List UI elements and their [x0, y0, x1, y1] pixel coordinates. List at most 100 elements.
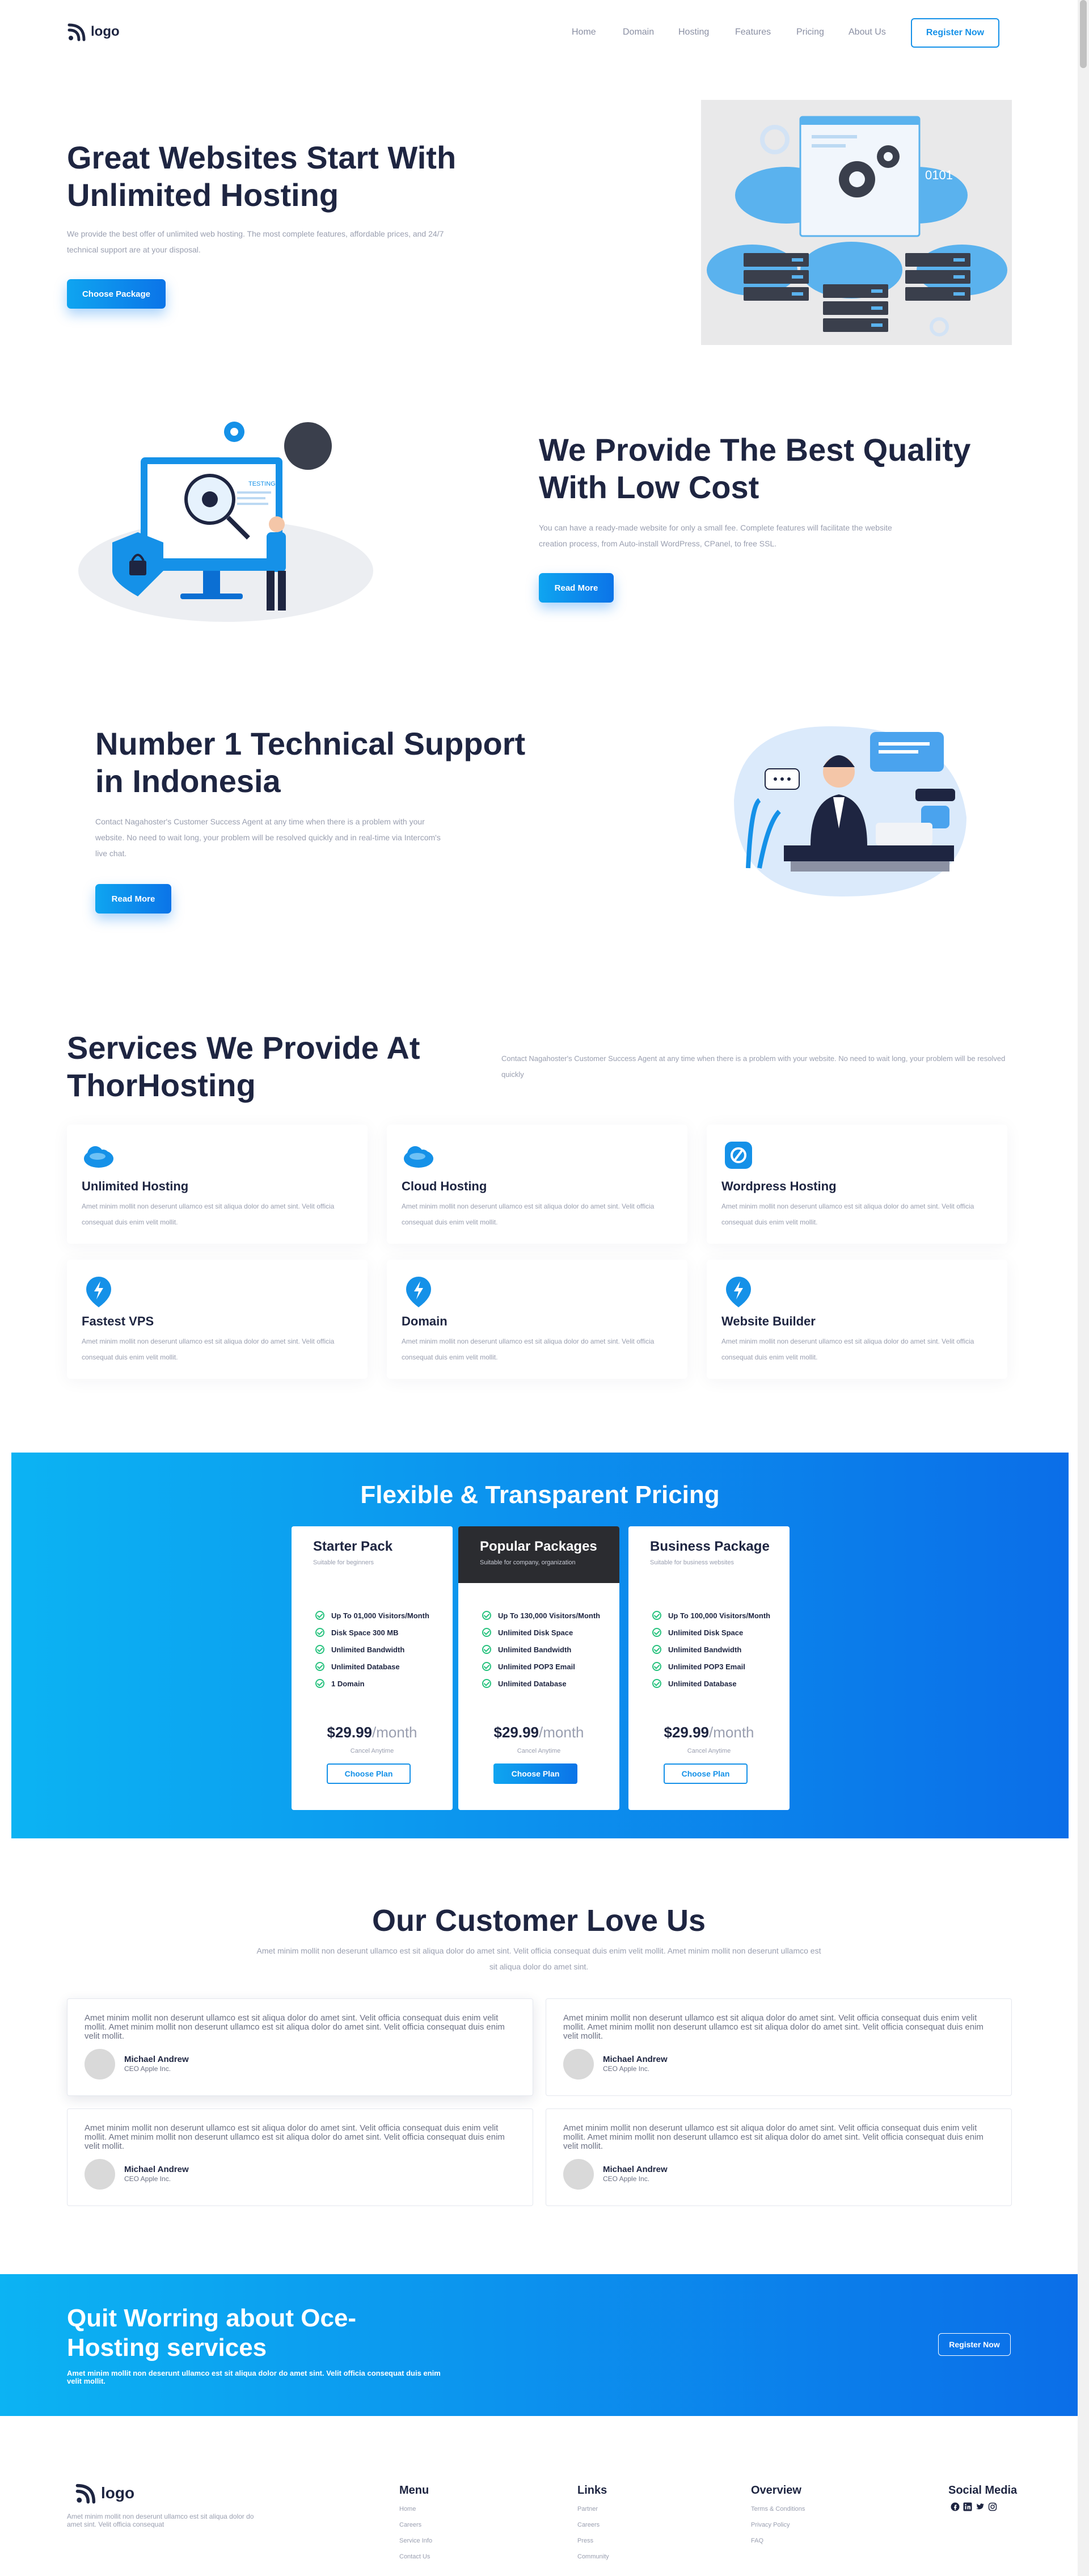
testimonial-text: Amet minim mollit non deserunt ullamco e…: [85, 2013, 505, 2041]
plan-price: $29.99/month: [327, 1724, 417, 1741]
footer-link-faq[interactable]: FAQ: [751, 2537, 763, 2544]
cloud-servers-image: 0101: [707, 116, 1007, 336]
scrollbar-thumb[interactable]: [1080, 0, 1087, 68]
footer-link-service-info[interactable]: Service Info: [399, 2537, 432, 2544]
plan-name: Business Package: [650, 1539, 770, 1554]
hero-illustration: 0101: [701, 100, 1012, 345]
feature-item: Up To 100,000 Visitors/Month: [652, 1607, 770, 1624]
footer-logo-text: logo: [101, 2484, 135, 2502]
footer-link-home[interactable]: Home: [399, 2506, 416, 2512]
nav-pricing[interactable]: Pricing: [796, 27, 824, 37]
choose-plan-button[interactable]: Choose Plan: [493, 1763, 577, 1784]
quality-title: We Provide The Best Quality With Low Cos…: [539, 431, 1015, 506]
service-card-domain[interactable]: Domain Amet minim mollit non deserunt ul…: [387, 1260, 687, 1379]
service-title: Cloud Hosting: [402, 1179, 487, 1193]
plan-name: Starter Pack: [313, 1539, 393, 1554]
quality-read-more-button[interactable]: Read More: [539, 573, 614, 603]
plan-header: Starter Pack Suitable for beginners: [292, 1526, 453, 1583]
plan-subtitle: Suitable for beginners: [313, 1559, 374, 1566]
testimonial-name: Michael Andrew: [603, 2055, 668, 2064]
footer-link-terms[interactable]: Terms & Conditions: [751, 2506, 805, 2512]
facebook-icon[interactable]: [951, 2502, 960, 2511]
testimonial-name: Michael Andrew: [124, 2055, 189, 2064]
feature-item: Unlimited Database: [652, 1675, 770, 1692]
nav-features[interactable]: Features: [735, 27, 771, 37]
nav-home[interactable]: Home: [572, 27, 596, 37]
footer-link-privacy[interactable]: Privacy Policy: [751, 2522, 790, 2528]
support-text: Contact Nagahoster's Customer Success Ag…: [95, 817, 441, 858]
service-text: Amet minim mollit non deserunt ullamco e…: [402, 1337, 655, 1361]
service-text: Amet minim mollit non deserunt ullamco e…: [402, 1202, 655, 1226]
check-icon: [652, 1662, 661, 1671]
plan-card-popular: Popular Packages Suitable for company, o…: [458, 1526, 619, 1810]
check-icon: [482, 1679, 491, 1688]
choose-package-button[interactable]: Choose Package: [67, 279, 166, 309]
services-title-line2: ThorHosting: [67, 1067, 256, 1103]
logo-icon: [75, 2484, 96, 2504]
check-icon: [315, 1611, 324, 1620]
logo[interactable]: logo: [67, 20, 135, 43]
footer-link-partner[interactable]: Partner: [577, 2506, 598, 2512]
testing-label: TESTING: [248, 481, 276, 487]
testimonials-subtitle: Amet minim mollit non deserunt ullamco e…: [256, 1946, 821, 1971]
cta-title-line2: Hosting services: [67, 2334, 267, 2362]
footer-logo[interactable]: logo: [75, 2481, 154, 2506]
choose-plan-button[interactable]: Choose Plan: [327, 1763, 411, 1784]
testimonial-name: Michael Andrew: [124, 2165, 189, 2174]
service-text: Amet minim mollit non deserunt ullamco e…: [82, 1337, 335, 1361]
twitter-icon[interactable]: [976, 2502, 985, 2511]
plan-features: Up To 130,000 Visitors/Month Unlimited D…: [482, 1607, 600, 1692]
testimonial-card: Amet minim mollit non deserunt ullamco e…: [67, 2108, 533, 2206]
testimonial-card: Amet minim mollit non deserunt ullamco e…: [546, 1998, 1012, 2096]
support-illustration: [717, 715, 966, 908]
footer-overview-title: Overview: [751, 2484, 801, 2497]
plan-note: Cancel Anytime: [350, 1748, 394, 1754]
check-icon: [482, 1628, 491, 1637]
testimonial-role: CEO Apple Inc.: [124, 2065, 171, 2073]
logo-text: logo: [91, 24, 120, 39]
service-text: Amet minim mollit non deserunt ullamco e…: [721, 1202, 974, 1226]
service-card-fastest-vps[interactable]: Fastest VPS Amet minim mollit non deseru…: [67, 1260, 368, 1379]
scrollbar-track[interactable]: [1078, 0, 1089, 2576]
quality-illustration: TESTING: [67, 401, 385, 639]
footer-links-title: Links: [577, 2484, 607, 2497]
footer-link-contact-us[interactable]: Contact Us: [399, 2553, 430, 2560]
register-button[interactable]: Register Now: [911, 18, 999, 48]
testimonials-title: Our Customer Love Us: [372, 1904, 706, 1938]
hero-title-line1: Great Websites Start With: [67, 140, 457, 175]
service-card-wordpress-hosting[interactable]: Wordpress Hosting Amet minim mollit non …: [707, 1125, 1007, 1244]
support-read-more-button[interactable]: Read More: [95, 884, 171, 914]
footer-link-careers[interactable]: Careers: [399, 2522, 421, 2528]
feature-item: Unlimited Bandwidth: [315, 1641, 429, 1658]
service-card-website-builder[interactable]: Website Builder Amet minim mollit non de…: [707, 1260, 1007, 1379]
feature-item: Unlimited Database: [315, 1658, 429, 1675]
feature-item: Up To 130,000 Visitors/Month: [482, 1607, 600, 1624]
testimonial-role: CEO Apple Inc.: [124, 2175, 171, 2183]
linkedin-icon[interactable]: [963, 2502, 972, 2511]
nav-about-us[interactable]: About Us: [849, 27, 886, 37]
instagram-icon[interactable]: [988, 2502, 997, 2511]
quality-title-line2: With Low Cost: [539, 469, 759, 505]
check-icon: [482, 1662, 491, 1671]
cta-text: Amet minim mollit non deserunt ullamco e…: [67, 2369, 441, 2385]
lightning-icon: [721, 1274, 755, 1308]
footer-link-careers-2[interactable]: Careers: [577, 2522, 600, 2528]
choose-plan-button[interactable]: Choose Plan: [664, 1763, 748, 1784]
security-testing-image: TESTING: [78, 422, 373, 622]
service-card-cloud-hosting[interactable]: Cloud Hosting Amet minim mollit non dese…: [387, 1125, 687, 1244]
avatar: [563, 2159, 594, 2190]
wordpress-icon: [721, 1139, 755, 1173]
feature-item: Unlimited POP3 Email: [482, 1658, 600, 1675]
nav-domain[interactable]: Domain: [623, 27, 654, 37]
services-intro: Contact Nagahoster's Customer Success Ag…: [501, 1054, 1006, 1079]
service-card-unlimited-hosting[interactable]: Unlimited Hosting Amet minim mollit non …: [67, 1125, 368, 1244]
plan-header: Popular Packages Suitable for company, o…: [458, 1526, 619, 1583]
footer-link-community[interactable]: Community: [577, 2553, 609, 2560]
cta-title: Quit Worring about Oce- Hosting services: [67, 2304, 498, 2363]
footer-link-press[interactable]: Press: [577, 2537, 593, 2544]
feature-item: Unlimited Disk Space: [482, 1624, 600, 1641]
nav-hosting[interactable]: Hosting: [678, 27, 709, 37]
cta-register-button[interactable]: Register Now: [938, 2333, 1011, 2356]
feature-item: Unlimited Disk Space: [652, 1624, 770, 1641]
testimonial-name: Michael Andrew: [603, 2165, 668, 2174]
